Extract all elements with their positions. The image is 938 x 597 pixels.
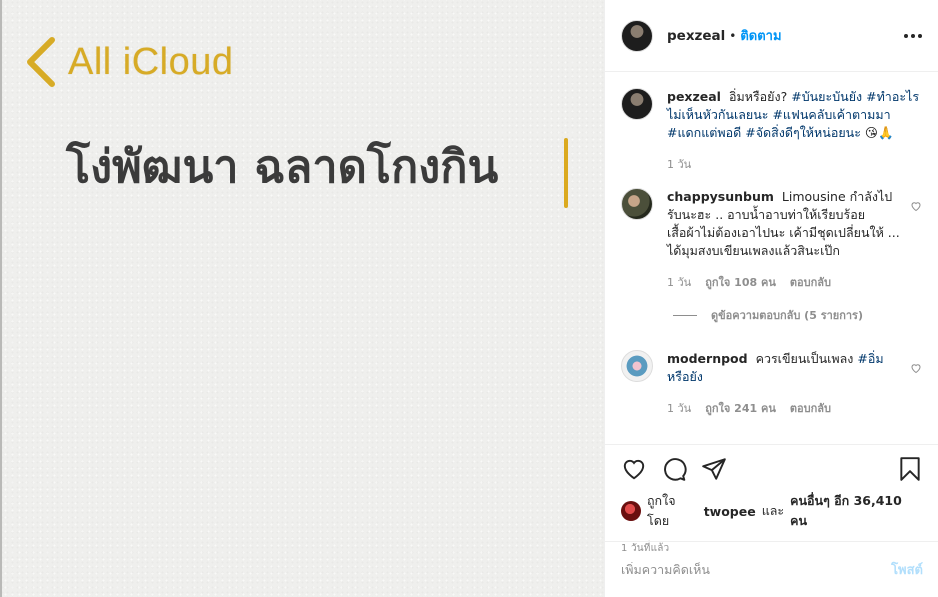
comment-box: โพสต์ <box>605 541 938 597</box>
author-username[interactable]: pexzeal <box>667 28 725 44</box>
caption-emoji: 😘🙏 <box>864 125 894 140</box>
comment-likes[interactable]: ถูกใจ 241 คน <box>705 400 776 418</box>
like-comment-heart-icon[interactable] <box>910 362 922 374</box>
commenter-avatar[interactable] <box>621 188 653 220</box>
view-replies-button[interactable]: ดูข้อความตอบกลับ (5 รายการ) <box>673 306 922 324</box>
commenter-username[interactable]: modernpod <box>667 351 748 366</box>
liked-by: ถูกใจโดย twopee และ คนอื่นๆ อีก 36,410 ค… <box>621 491 923 531</box>
notes-back-nav: All iCloud <box>22 34 234 90</box>
notes-back-label: All iCloud <box>68 40 234 83</box>
caption: pexzeal อิ่มหรือยัง? #บันยะบันยัง #ทำอะไ… <box>621 88 922 174</box>
post-comment-button[interactable]: โพสต์ <box>891 559 923 580</box>
comment-time[interactable]: 1 วัน <box>667 400 691 418</box>
like-comment-heart-icon[interactable] <box>910 200 922 212</box>
author-avatar[interactable] <box>621 19 653 52</box>
comment-text: ควรเขียนเป็นเพลง <box>755 351 854 366</box>
bookmark-icon[interactable] <box>897 456 923 482</box>
comment-item: modernpod ควรเขียนเป็นเพลง #อิ่มหรือยัง … <box>621 350 922 418</box>
replies-divider-line <box>673 314 697 316</box>
caption-username[interactable]: pexzeal <box>667 89 721 104</box>
commenter-username[interactable]: chappysunbum <box>667 189 774 204</box>
caption-time[interactable]: 1 วัน <box>667 156 691 174</box>
like-heart-icon[interactable] <box>621 456 647 482</box>
share-paper-plane-icon[interactable] <box>701 456 727 482</box>
more-options-icon[interactable] <box>904 33 922 38</box>
comments-list: pexzeal อิ่มหรือยัง? #บันยะบันยัง #ทำอะไ… <box>605 72 938 444</box>
post-image[interactable]: All iCloud โง่พัฒนา ฉลาดโกงกิน <box>0 0 604 597</box>
liked-by-others[interactable]: คนอื่นๆ อีก 36,410 คน <box>790 491 923 531</box>
comment-time[interactable]: 1 วัน <box>667 274 691 292</box>
comment-bubble-icon[interactable] <box>661 456 687 482</box>
chevron-left-icon <box>27 37 55 87</box>
liker-username[interactable]: twopee <box>704 504 756 519</box>
caption-avatar[interactable] <box>621 88 653 120</box>
liker-avatar[interactable] <box>621 501 641 521</box>
liked-by-prefix: ถูกใจโดย <box>646 493 676 528</box>
post-sidebar: pexzeal • ติดตาม pexzeal อิ่มหรือยัง? #บ… <box>604 0 938 597</box>
separator-dot: • <box>729 28 737 43</box>
post-header: pexzeal • ติดตาม <box>605 0 938 72</box>
comment-likes[interactable]: ถูกใจ 108 คน <box>705 274 776 292</box>
liked-by-middle: และ <box>761 503 785 518</box>
reply-button[interactable]: ตอบกลับ <box>790 400 831 418</box>
view-replies-label[interactable]: ดูข้อความตอบกลับ (5 รายการ) <box>711 306 863 324</box>
note-text: โง่พัฒนา ฉลาดโกงกิน <box>66 140 499 193</box>
comment-input[interactable] <box>621 562 892 577</box>
comment-item: chappysunbum Limousine กำลังไปรับนะฮะ ..… <box>621 188 922 292</box>
text-cursor <box>564 138 568 208</box>
commenter-avatar[interactable] <box>621 350 653 382</box>
follow-button[interactable]: ติดตาม <box>740 25 781 46</box>
caption-text: อิ่มหรือยัง? <box>728 89 788 104</box>
post-actions: ถูกใจโดย twopee และ คนอื่นๆ อีก 36,410 ค… <box>605 444 938 556</box>
reply-button[interactable]: ตอบกลับ <box>790 274 831 292</box>
